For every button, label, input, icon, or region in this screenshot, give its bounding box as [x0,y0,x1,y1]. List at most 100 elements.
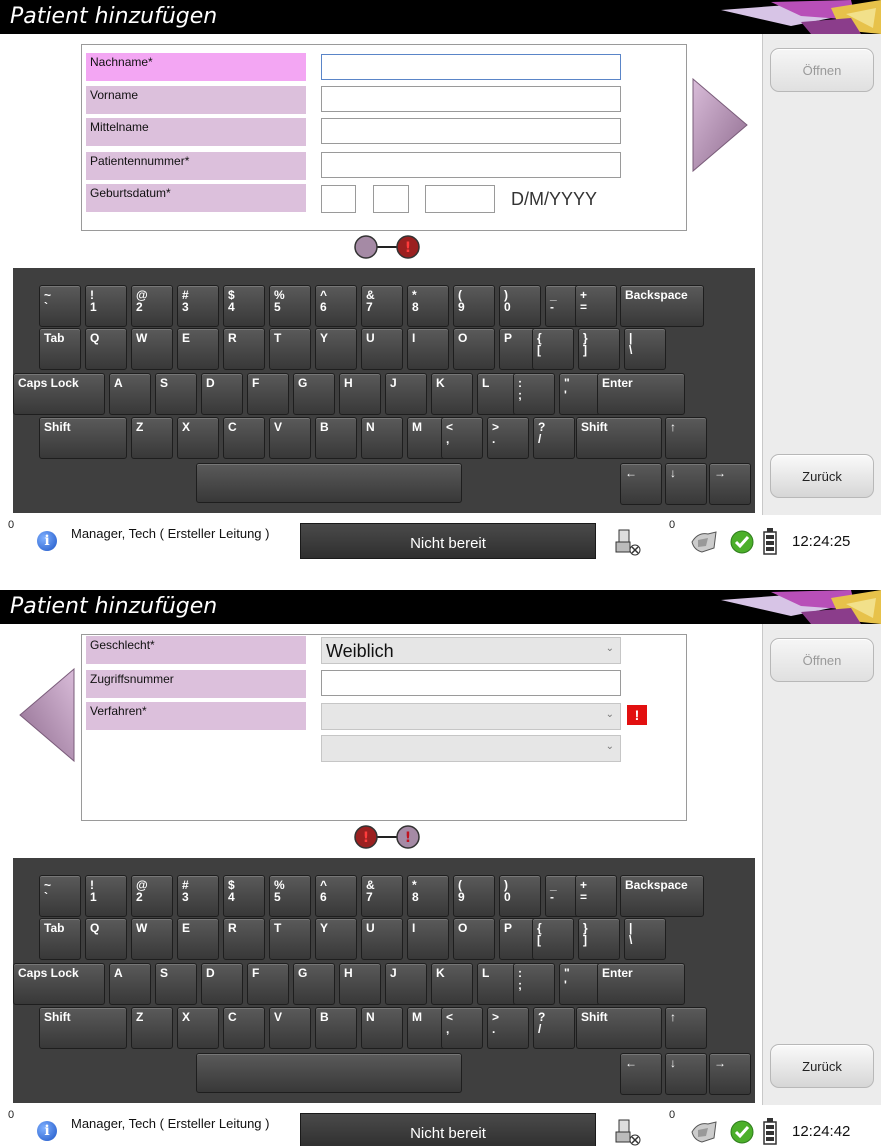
key-b[interactable]: B [315,1007,357,1049]
key-num-9[interactable]: (9 [453,285,495,327]
arrow-up-key[interactable]: ↑ [665,417,707,459]
key-n[interactable]: N [361,1007,403,1049]
key-e[interactable]: E [177,918,219,960]
back-button[interactable]: Zurück [770,454,874,498]
key-num-6[interactable]: ^ 6 [315,285,357,327]
system-ok-check-icon[interactable] [729,529,755,555]
previous-page-arrow-icon[interactable] [16,667,76,767]
key-b[interactable]: B [315,417,357,459]
tab-key[interactable]: Tab [39,918,81,960]
key-bottom-symbol-0[interactable]: <, [441,1007,483,1049]
key-z[interactable]: Z [131,1007,173,1049]
key-a[interactable]: A [109,373,151,415]
shift-left-key[interactable]: Shift [39,1007,127,1049]
battery-status-icon[interactable] [762,1117,778,1146]
arrow-left-key[interactable]: ← [620,463,662,505]
key-i[interactable]: I [407,328,449,370]
key-bottom-symbol-1[interactable]: >. [487,417,529,459]
media-icon[interactable] [690,1120,720,1144]
caps-lock-key[interactable]: Caps Lock [13,373,105,415]
media-icon[interactable] [690,530,720,554]
key-num-3[interactable]: #3 [177,875,219,917]
gender-select[interactable]: Weiblich ⌄ [321,637,621,664]
key-u[interactable]: U [361,328,403,370]
backspace-key[interactable]: Backspace [620,875,704,917]
last-name-input[interactable] [321,54,621,80]
shift-left-key[interactable]: Shift [39,417,127,459]
key-num-1[interactable]: ! 1 [85,285,127,327]
arrow-left-key[interactable]: ← [620,1053,662,1095]
key-num-6[interactable]: ^ 6 [315,875,357,917]
key-u[interactable]: U [361,918,403,960]
key-bottom-symbol-0[interactable]: <, [441,417,483,459]
open-button[interactable]: Öffnen [770,48,874,92]
key-home-symbol-0[interactable]: :; [513,963,555,1005]
key-f[interactable]: F [247,963,289,1005]
device-disconnected-icon[interactable] [615,1118,641,1146]
info-icon[interactable]: i [37,1121,57,1141]
key-z[interactable]: Z [131,417,173,459]
key-k[interactable]: K [431,373,473,415]
key-num-7[interactable]: & 7 [361,875,403,917]
key-num-8[interactable]: * 8 [407,875,449,917]
key-num-7[interactable]: & 7 [361,285,403,327]
key-home-symbol-1[interactable]: " ' [559,373,601,415]
key-r[interactable]: R [223,918,265,960]
key-bottom-symbol-2[interactable]: ? / [533,417,575,459]
user-label[interactable]: Manager, Tech ( Ersteller Leitung ) [71,1116,269,1131]
enter-key[interactable]: Enter [597,963,685,1005]
key-symbol-2[interactable]: | \ [624,918,666,960]
key-j[interactable]: J [385,963,427,1005]
info-icon[interactable]: i [37,531,57,551]
key-q[interactable]: Q [85,918,127,960]
space-key[interactable] [196,1053,462,1093]
key-x[interactable]: X [177,417,219,459]
key-o[interactable]: O [453,918,495,960]
key-num-4[interactable]: $4 [223,875,265,917]
key-w[interactable]: W [131,328,173,370]
key-bottom-symbol-2[interactable]: ? / [533,1007,575,1049]
key-num-1[interactable]: ! 1 [85,875,127,917]
key-num-12[interactable]: + = [575,285,617,327]
shift-right-key[interactable]: Shift [576,1007,662,1049]
key-num-2[interactable]: @2 [131,285,173,327]
key-num-0[interactable]: ~ ` [39,285,81,327]
birth-month-input[interactable] [373,185,409,213]
key-k[interactable]: K [431,963,473,1005]
key-num-10[interactable]: ) 0 [499,285,541,327]
key-q[interactable]: Q [85,328,127,370]
key-num-8[interactable]: * 8 [407,285,449,327]
key-y[interactable]: Y [315,918,357,960]
key-h[interactable]: H [339,963,381,1005]
key-d[interactable]: D [201,373,243,415]
key-v[interactable]: V [269,1007,311,1049]
key-w[interactable]: W [131,918,173,960]
key-c[interactable]: C [223,1007,265,1049]
birth-day-input[interactable] [321,185,356,213]
key-symbol-0[interactable]: {[ [532,328,574,370]
key-s[interactable]: S [155,963,197,1005]
key-num-5[interactable]: % 5 [269,285,311,327]
key-num-2[interactable]: @2 [131,875,173,917]
arrow-down-key[interactable]: ↓ [665,463,707,505]
key-f[interactable]: F [247,373,289,415]
battery-status-icon[interactable] [762,527,778,557]
key-i[interactable]: I [407,918,449,960]
key-t[interactable]: T [269,328,311,370]
arrow-down-key[interactable]: ↓ [665,1053,707,1095]
key-symbol-0[interactable]: {[ [532,918,574,960]
procedure-select[interactable]: ⌄ [321,703,621,730]
enter-key[interactable]: Enter [597,373,685,415]
key-e[interactable]: E [177,328,219,370]
key-home-symbol-1[interactable]: " ' [559,963,601,1005]
key-num-5[interactable]: % 5 [269,875,311,917]
key-x[interactable]: X [177,1007,219,1049]
key-y[interactable]: Y [315,328,357,370]
first-name-input[interactable] [321,86,621,112]
shift-right-key[interactable]: Shift [576,417,662,459]
patient-id-input[interactable] [321,152,621,178]
procedure-error-icon[interactable]: ! [627,705,647,725]
key-t[interactable]: T [269,918,311,960]
key-num-4[interactable]: $4 [223,285,265,327]
key-c[interactable]: C [223,417,265,459]
